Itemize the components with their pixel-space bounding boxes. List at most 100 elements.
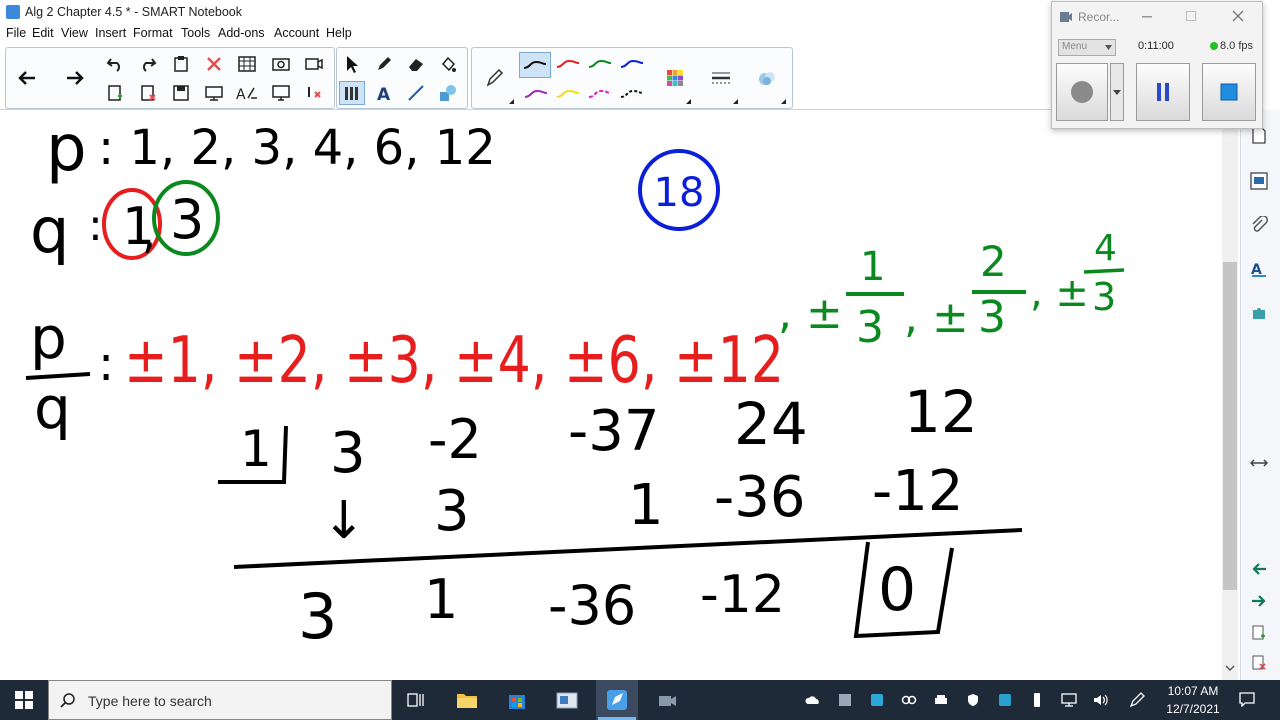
clear-ink-button[interactable] [301, 81, 327, 105]
usb-icon[interactable] [1029, 692, 1045, 708]
attachments-tab[interactable] [1246, 212, 1272, 238]
pen-red-button[interactable] [553, 54, 583, 74]
maximize-icon[interactable] [1186, 11, 1196, 21]
app-window-button[interactable] [556, 689, 578, 711]
select-tool-button[interactable] [339, 52, 365, 76]
document-camera-button[interactable] [301, 52, 327, 76]
close-icon[interactable] [1232, 10, 1244, 22]
line-style-icon [712, 72, 730, 84]
handwriting-recognition-button[interactable]: A [234, 81, 260, 105]
menu-tools[interactable]: Tools [181, 26, 210, 40]
arrow-left-icon [18, 71, 35, 85]
menu-format[interactable]: Format [133, 26, 173, 40]
task-view-button[interactable] [405, 689, 427, 711]
properties-tab[interactable]: A [1246, 256, 1272, 282]
menu-insert[interactable]: Insert [95, 26, 126, 40]
line-style-button[interactable] [708, 66, 734, 90]
save-button[interactable] [168, 81, 194, 105]
add-page-side-button[interactable] [1246, 620, 1272, 646]
pen-magenta-dashed-button[interactable] [585, 84, 615, 104]
pens-tool-button[interactable] [339, 81, 365, 105]
file-explorer-button[interactable] [456, 689, 478, 711]
color-palette-button[interactable] [662, 66, 688, 90]
next-page-side-button[interactable] [1246, 588, 1272, 614]
pen-yellow-button[interactable] [553, 84, 583, 104]
search-icon [60, 693, 75, 708]
green-denominator-3: 3 [1092, 275, 1116, 319]
undo-button[interactable] [102, 52, 128, 76]
redo-button[interactable] [135, 52, 161, 76]
tray-app-icon-3[interactable] [997, 692, 1013, 708]
result-value-1: 3 [298, 580, 337, 653]
add-ons-tab[interactable] [1246, 300, 1272, 326]
clock-date[interactable]: 12/7/2021 [1162, 702, 1224, 716]
smart-notebook-taskbar-button[interactable] [606, 689, 628, 711]
menu-edit[interactable]: Edit [32, 26, 54, 40]
pen-green-button[interactable] [585, 54, 615, 74]
display-settings-button[interactable] [268, 81, 294, 105]
pq-numerator: p [30, 304, 67, 372]
add-page-button[interactable] [102, 81, 128, 105]
table-icon [238, 56, 256, 72]
magic-pen-button[interactable] [754, 66, 780, 90]
record-options-dropdown[interactable] [1110, 63, 1124, 121]
pause-button[interactable] [1136, 63, 1190, 121]
menu-account[interactable]: Account [274, 26, 319, 40]
notifications-button[interactable] [1238, 690, 1256, 708]
menu-help[interactable]: Help [326, 26, 352, 40]
insert-table-button[interactable] [234, 52, 260, 76]
pen-workspace-icon[interactable] [1129, 692, 1145, 708]
volume-icon[interactable] [1093, 692, 1109, 708]
recorder-menu-dropdown[interactable]: Menu [1058, 39, 1116, 56]
red-stroke-icon [556, 59, 580, 68]
pen-black-button[interactable] [519, 52, 551, 78]
smart-notebook-icon [607, 690, 627, 710]
screen-shade-button[interactable] [201, 81, 227, 105]
stop-square-icon [1220, 83, 1238, 101]
tray-link-icon[interactable] [901, 692, 917, 708]
delete-page-button[interactable] [135, 81, 161, 105]
pen-blue-button[interactable] [617, 54, 647, 74]
minimize-icon[interactable] [1142, 16, 1152, 18]
clock-time[interactable]: 10:07 AM [1166, 684, 1220, 698]
fill-tool-button[interactable] [435, 52, 461, 76]
printer-icon[interactable] [933, 692, 949, 708]
notebook-canvas[interactable]: p : 1, 2, 3, 4, 6, 12 18 q : 1 , 3 p q :… [0, 110, 1222, 680]
line-tool-button[interactable] [403, 81, 429, 105]
menu-view[interactable]: View [61, 26, 88, 40]
tray-app-icon-1[interactable] [837, 692, 853, 708]
menu-add-ons[interactable]: Add-ons [218, 26, 265, 40]
scroll-down-icon[interactable] [1225, 662, 1235, 672]
move-sidebar-button[interactable] [1246, 450, 1272, 476]
pen-purple-button[interactable] [521, 84, 551, 104]
record-button[interactable] [1056, 63, 1108, 121]
menu-file[interactable]: File [6, 26, 26, 40]
paste-button[interactable] [168, 52, 194, 76]
previous-page-side-button[interactable] [1246, 556, 1272, 582]
text-tool-button[interactable]: A [371, 81, 397, 105]
add-page-icon [1252, 625, 1265, 640]
previous-page-button[interactable] [14, 66, 40, 90]
next-page-button[interactable] [62, 66, 88, 90]
screen-capture-button[interactable] [268, 52, 294, 76]
pen-tool-button[interactable] [371, 52, 397, 76]
start-button[interactable] [13, 689, 35, 711]
pen-black-dashed-button[interactable] [617, 84, 647, 104]
delete-page-side-button[interactable] [1246, 650, 1272, 676]
gallery-tab[interactable] [1246, 168, 1272, 194]
network-icon[interactable] [1061, 692, 1077, 708]
delete-button[interactable] [201, 52, 227, 76]
shape-tool-button[interactable] [435, 81, 461, 105]
security-icon[interactable] [965, 692, 981, 708]
middle-value-3: -36 [714, 465, 805, 530]
middle-value-1: 3 [434, 479, 470, 544]
onedrive-icon[interactable] [805, 692, 821, 708]
stop-button[interactable] [1202, 63, 1256, 121]
recorder-taskbar-button[interactable] [656, 689, 678, 711]
scrollbar-thumb[interactable] [1223, 262, 1237, 590]
coefficient-4: 24 [734, 390, 808, 458]
microsoft-store-button[interactable] [506, 689, 528, 711]
tray-app-icon-2[interactable] [869, 692, 885, 708]
eraser-tool-button[interactable] [403, 52, 429, 76]
pen-type-button[interactable] [482, 66, 508, 90]
